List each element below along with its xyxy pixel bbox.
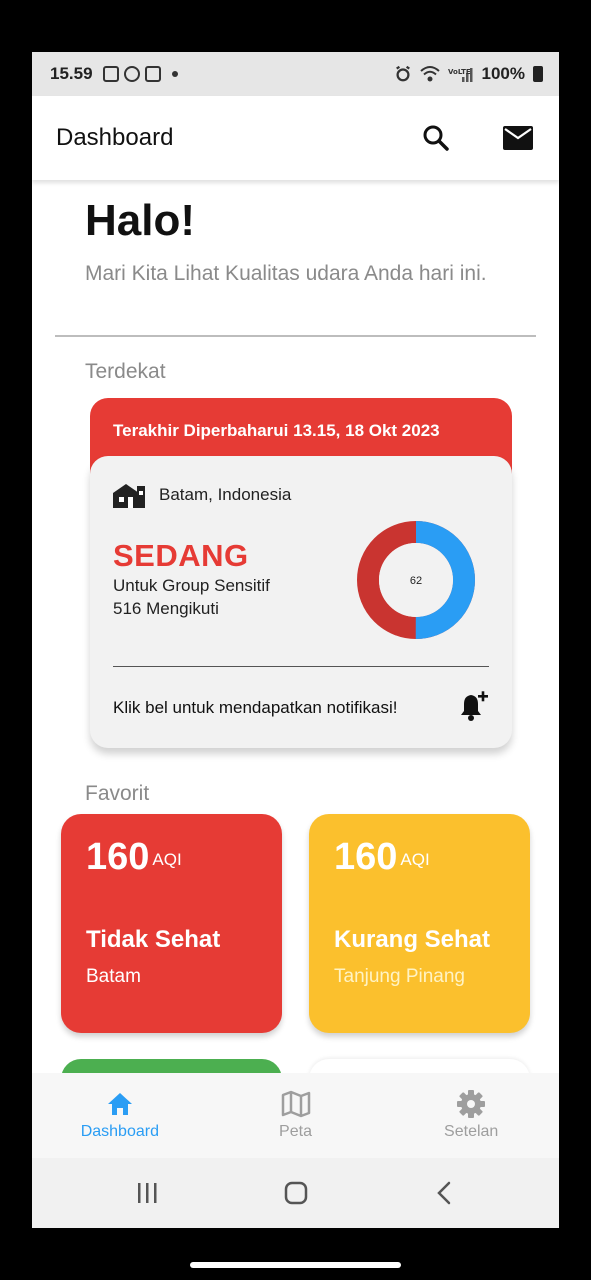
more-dot-icon xyxy=(171,71,178,77)
battery-percent: 100% xyxy=(481,64,525,83)
back-icon[interactable] xyxy=(431,1179,459,1207)
notification-prompt: Klik bel untuk mendapatkan notifikasi! xyxy=(113,698,398,717)
nav-item-setelan[interactable]: Setelan xyxy=(383,1073,559,1158)
section-divider xyxy=(55,335,536,337)
aqi-value: 62 xyxy=(410,575,422,587)
search-button[interactable] xyxy=(419,121,453,155)
sensitive-group-text: Untuk Group Sensitif xyxy=(113,576,270,595)
favorite-aqi-value: 160 xyxy=(86,836,150,878)
app-bar: Dashboard xyxy=(32,96,559,180)
nav-label: Setelan xyxy=(444,1123,499,1140)
favorite-aqi-unit: AQI xyxy=(152,850,182,869)
status-bar: 15.59 VoLTE 100% xyxy=(32,52,559,96)
notification-icons xyxy=(102,66,178,82)
recent-apps-icon[interactable] xyxy=(133,1179,161,1207)
aqi-donut-chart: 62 xyxy=(357,521,475,639)
favorite-city: Tanjung Pinang xyxy=(334,966,465,987)
status-time: 15.59 xyxy=(50,64,93,83)
nav-label: Dashboard xyxy=(80,1123,159,1140)
location-row: Batam, Indonesia xyxy=(113,482,291,508)
card-divider xyxy=(113,666,489,667)
greeting-subtitle: Mari Kita Lihat Kualitas udara Anda hari… xyxy=(85,262,487,285)
battery-icon xyxy=(533,66,543,82)
search-icon xyxy=(423,125,449,151)
followers-count: 516 Mengikuti xyxy=(113,599,219,618)
nearest-aqi-card[interactable]: Terakhir Diperbaharui 13.15, 18 Okt 2023… xyxy=(80,398,520,770)
app-bar-actions xyxy=(419,121,535,155)
whatsapp-icon xyxy=(123,66,140,82)
nav-label: Peta xyxy=(279,1123,312,1140)
mail-button[interactable] xyxy=(501,121,535,155)
svg-text:VoLTE: VoLTE xyxy=(448,68,471,76)
location-name: Batam, Indonesia xyxy=(159,485,292,504)
favorite-aqi: 160 AQI xyxy=(334,836,430,879)
screenshot-icon xyxy=(102,66,119,82)
favorite-card-batam[interactable]: 160 AQI Tidak Sehat Batam xyxy=(61,814,282,1033)
page-title: Dashboard xyxy=(56,124,174,151)
gallery-icon xyxy=(144,66,161,82)
favorite-aqi-value: 160 xyxy=(334,836,398,878)
nav-item-dashboard[interactable]: Dashboard xyxy=(32,1073,208,1158)
gear-icon xyxy=(457,1090,486,1118)
greeting-title: Halo! xyxy=(85,196,195,245)
bottom-navigation: Dashboard Peta Setelan xyxy=(32,1073,559,1158)
favorite-card-tanjung-pinang[interactable]: 160 AQI Kurang Sehat Tanjung Pinang xyxy=(309,814,530,1033)
favorite-aqi: 160 AQI xyxy=(86,836,182,879)
map-icon xyxy=(281,1090,310,1118)
favorite-status: Tidak Sehat xyxy=(86,926,221,953)
nav-item-peta[interactable]: Peta xyxy=(208,1073,384,1158)
home-button-icon[interactable] xyxy=(282,1179,310,1207)
add-notification-bell-icon[interactable] xyxy=(456,690,490,724)
signal-icon: VoLTE xyxy=(448,68,473,82)
nearest-section-label: Terdekat xyxy=(85,360,166,383)
aqi-status: SEDANG xyxy=(113,538,249,573)
wifi-icon xyxy=(419,66,440,82)
last-updated-text: Terakhir Diperbaharui 13.15, 18 Okt 2023 xyxy=(113,421,440,440)
home-indicator[interactable] xyxy=(190,1262,401,1268)
mail-icon xyxy=(503,126,533,150)
favorites-section-label: Favorit xyxy=(85,782,150,805)
favorite-status: Kurang Sehat xyxy=(334,926,491,953)
building-icon xyxy=(113,484,145,508)
favorite-city: Batam xyxy=(86,966,141,987)
favorite-aqi-unit: AQI xyxy=(400,850,430,869)
phone-screen: 15.59 VoLTE 100% Dashboard Halo! Mari Ki… xyxy=(32,52,559,1228)
alarm-icon xyxy=(395,65,410,82)
system-navigation-bar xyxy=(32,1158,559,1228)
home-icon xyxy=(107,1093,132,1115)
aqi-card-body: Batam, Indonesia SEDANG Untuk Group Sens… xyxy=(90,456,512,748)
system-indicators: VoLTE 100% xyxy=(394,64,543,84)
